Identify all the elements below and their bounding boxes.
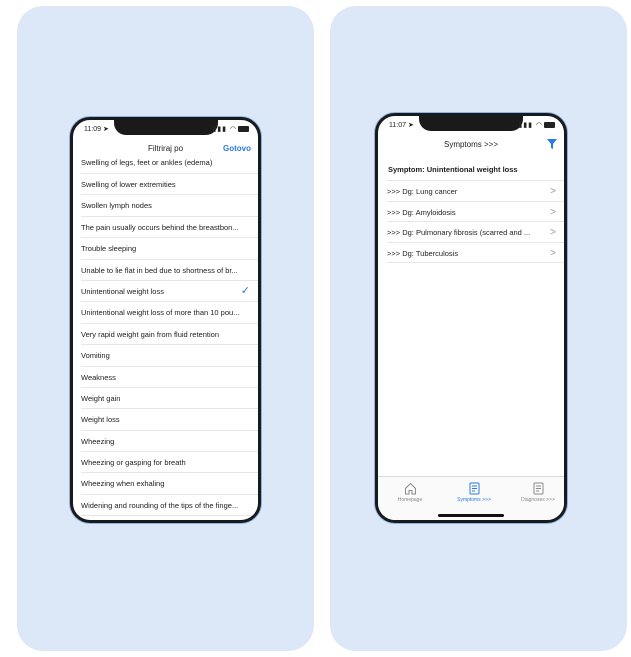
symptoms-nav-bar: Symptoms >>>: [378, 137, 564, 153]
list-item[interactable]: Unintentional weight loss of more than 1…: [81, 302, 258, 324]
diagnoses-icon: [533, 482, 543, 495]
filter-icon[interactable]: [547, 139, 557, 149]
status-icons: ▮▮▮ ◠: [212, 125, 249, 133]
chevron-right-icon: >: [550, 247, 556, 259]
battery-icon: [544, 122, 555, 129]
list-item[interactable]: Swelling of lower extremities: [81, 174, 258, 196]
list-item-selected[interactable]: Unintentional weight loss ✓: [81, 281, 258, 303]
list-item[interactable]: Swollen lymph nodes: [81, 195, 258, 217]
filter-phone: 11:09 ➤ ▮▮▮ ◠ Filtriraj po Gotovo Swelli…: [70, 117, 261, 523]
diagnosis-row[interactable]: >>> Dg: Amyloidosis >: [387, 200, 564, 222]
list-item[interactable]: Swelling of legs, feet or ankles (edema): [81, 158, 258, 174]
list-item[interactable]: Weight loss: [81, 409, 258, 431]
status-time: 11:07 ➤: [389, 122, 414, 129]
chevron-right-icon: >: [550, 186, 556, 197]
chevron-right-icon: >: [550, 227, 556, 238]
status-time: 11:09 ➤: [84, 126, 109, 133]
diagnosis-row[interactable]: >>> Dg: Lung cancer >: [387, 180, 564, 202]
list-item[interactable]: Weakness: [81, 367, 258, 388]
done-button[interactable]: Gotovo: [223, 144, 251, 153]
list-item[interactable]: Very rapid weight gain from fluid retent…: [81, 324, 258, 346]
filter-nav-bar: Filtriraj po Gotovo: [73, 141, 258, 157]
right-panel: 11:07 ➤ ▮▮▮ ◠ Symptoms >>> Symptom: Unin…: [330, 6, 627, 651]
list-item[interactable]: Trouble sleeping: [81, 238, 258, 260]
tab-homepage[interactable]: Homepage: [385, 482, 435, 503]
diagnosis-list: >>> Dg: Lung cancer > >>> Dg: Amyloidosis…: [378, 180, 564, 263]
tab-symptoms[interactable]: Symptoms >>>: [449, 482, 499, 503]
list-item[interactable]: Vomiting: [81, 345, 258, 367]
chevron-right-icon: >: [550, 206, 556, 218]
list-item[interactable]: Wheezing or gasping for breath: [81, 452, 258, 474]
checkmark-icon: ✓: [240, 284, 250, 297]
status-bar: 11:09 ➤ ▮▮▮ ◠: [73, 123, 258, 137]
home-icon: [404, 482, 416, 495]
battery-icon: [238, 126, 249, 133]
tab-diagnoses[interactable]: Diagnoses >>>: [513, 482, 563, 503]
home-indicator: [438, 514, 504, 517]
status-icons: ▮▮▮ ◠: [518, 121, 555, 129]
symptom-filter-list[interactable]: Swelling of legs, feet or ankles (edema)…: [73, 158, 258, 520]
diagnosis-row[interactable]: >>> Dg: Pulmonary fibrosis (scarred and …: [387, 221, 564, 243]
list-item[interactable]: Wheezing when exhaling: [81, 473, 258, 495]
symptom-heading: Symptom: Unintentional weight loss: [388, 165, 518, 174]
list-item[interactable]: Weight gain: [81, 388, 258, 410]
page-title: Symptoms >>>: [443, 140, 499, 149]
tab-bar: Homepage Symptoms >>> Diagnoses >>>: [378, 476, 564, 520]
list-item[interactable]: Unable to lie flat in bed due to shortne…: [81, 260, 258, 281]
list-item[interactable]: Wheezing: [81, 431, 258, 453]
list-item[interactable]: Widening and rounding of the tips of the…: [81, 495, 258, 517]
list-item[interactable]: The pain usually occurs behind the breas…: [81, 217, 258, 239]
status-bar: 11:07 ➤ ▮▮▮ ◠: [378, 119, 564, 133]
symptoms-icon: [469, 482, 479, 495]
left-panel: 11:09 ➤ ▮▮▮ ◠ Filtriraj po Gotovo Swelli…: [17, 6, 314, 651]
diagnosis-row[interactable]: >>> Dg: Tuberculosis >: [387, 241, 564, 263]
diagnoses-phone: 11:07 ➤ ▮▮▮ ◠ Symptoms >>> Symptom: Unin…: [375, 113, 567, 523]
